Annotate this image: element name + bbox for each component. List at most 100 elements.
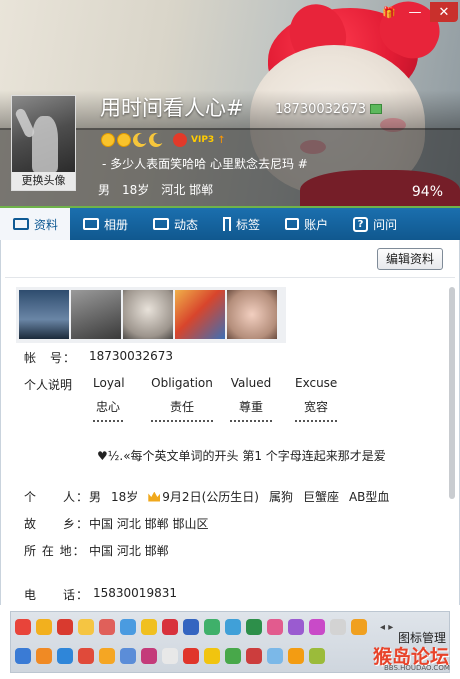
bio-word: Valued 尊重 — [230, 376, 272, 422]
tab-album[interactable]: 相册 — [70, 208, 140, 240]
age: 18岁 — [122, 183, 150, 197]
badge-icon[interactable] — [15, 619, 31, 635]
skin-button[interactable]: 🎁 — [378, 2, 400, 22]
edit-profile-button[interactable]: 编辑资料 — [377, 248, 443, 270]
birthday-value: 9月2日(公历生日) — [162, 490, 259, 504]
wallet-icon — [285, 218, 300, 230]
bio-word-en: Loyal — [93, 376, 125, 390]
vip-penguin-icon[interactable] — [173, 133, 187, 147]
badge-icon[interactable] — [141, 648, 157, 664]
close-button[interactable]: ✕ — [430, 2, 458, 22]
constellation: 巨蟹座 — [302, 490, 339, 504]
badge-icon-strip: ◂ ▸ 图标管理 猴岛论坛 BBS.HOUDAO.COM — [10, 611, 450, 673]
photo-thumbnail[interactable] — [71, 290, 121, 339]
badge-icon[interactable] — [78, 648, 94, 664]
bio-word: Loyal 忠心 — [93, 376, 125, 422]
badge-row — [15, 648, 325, 664]
zodiac: 属狗 — [268, 490, 293, 504]
badge-icon[interactable] — [162, 619, 178, 635]
phone-value: 15830019831 — [93, 586, 177, 600]
tab-feed[interactable]: 动态 — [140, 208, 210, 240]
badge-icon[interactable] — [246, 648, 262, 664]
badge-icon[interactable] — [225, 648, 241, 664]
badge-icon[interactable] — [246, 619, 262, 635]
vip-up-arrow-icon: ↑ — [217, 134, 226, 146]
change-avatar-button[interactable]: 更换头像 — [12, 172, 75, 190]
avatar[interactable]: 更换头像 — [11, 95, 76, 191]
badge-icon[interactable] — [141, 619, 157, 635]
tab-tags[interactable]: 标签 — [210, 208, 272, 240]
badge-icon[interactable] — [162, 648, 178, 664]
gift-icon: 🎁 — [382, 5, 396, 19]
scrollbar[interactable] — [449, 287, 455, 499]
id-card-icon — [13, 218, 29, 230]
vip-level: VIP3 — [191, 135, 215, 145]
badge-icon[interactable] — [309, 619, 325, 635]
phone-label: 电 话： — [24, 588, 90, 602]
avatar-figure — [32, 116, 58, 172]
badge-icon[interactable] — [57, 619, 73, 635]
badge-icon[interactable] — [120, 648, 136, 664]
badge-icon[interactable] — [78, 619, 94, 635]
tab-label: 标签 — [236, 217, 261, 232]
bio-label: 个人说明 — [24, 378, 73, 392]
strip-scroll-arrows[interactable]: ◂ ▸ — [380, 622, 393, 633]
tab-profile[interactable]: 资料 — [0, 208, 71, 240]
badge-icon[interactable] — [99, 619, 115, 635]
signature: - 多少人表面笑哈哈 心里默念去尼玛 # — [102, 157, 308, 171]
tab-label: 动态 — [174, 217, 199, 232]
badge-icon[interactable] — [120, 619, 136, 635]
close-icon: ✕ — [438, 4, 450, 20]
personal-age: 18岁 — [111, 490, 139, 504]
photo-thumbnail[interactable] — [19, 290, 69, 339]
badge-icon[interactable] — [204, 619, 220, 635]
bio-word: Excuse 宽容 — [295, 376, 337, 422]
badge-icon[interactable] — [57, 648, 73, 664]
tab-label: 相册 — [104, 217, 129, 232]
badge-icon[interactable] — [183, 619, 199, 635]
crown-icon — [148, 491, 161, 502]
badge-icon[interactable] — [351, 619, 367, 635]
minimize-icon: — — [408, 4, 422, 20]
badge-row — [15, 619, 367, 635]
tab-account[interactable]: 账户 — [272, 208, 340, 240]
minimize-button[interactable]: — — [402, 2, 428, 22]
badge-icon[interactable] — [15, 648, 31, 664]
bio-word-cn: 宽容 — [295, 398, 337, 422]
sun-level-icon — [101, 133, 115, 147]
badge-icon[interactable] — [267, 648, 283, 664]
badge-icon[interactable] — [309, 648, 325, 664]
account-card-icon[interactable] — [370, 104, 382, 114]
moon-level-icon — [149, 133, 163, 147]
account-label: 帐 号： — [24, 351, 77, 365]
location: 河北 邯郸 — [161, 183, 214, 197]
photo-thumbnail[interactable] — [227, 290, 277, 339]
badge-icon[interactable] — [267, 619, 283, 635]
bio-word: Obligation 责任 — [151, 376, 213, 422]
tab-questions[interactable]: ? 问问 — [340, 208, 409, 240]
tab-label: 账户 — [304, 217, 329, 232]
profile-completion: 94% — [411, 184, 443, 200]
badge-icon[interactable] — [330, 619, 346, 635]
badge-icon[interactable] — [99, 648, 115, 664]
photo-strip — [16, 287, 286, 343]
personal-info: 男 18岁 9月2日(公历生日) 属狗 巨蟹座 AB型血 — [89, 488, 389, 505]
bio-word-en: Obligation — [151, 376, 213, 390]
badge-icon[interactable] — [36, 648, 52, 664]
badge-icon[interactable] — [288, 619, 304, 635]
qq-number: 18730032673 — [275, 102, 366, 117]
watermark-url: BBS.HOUDAO.COM — [384, 664, 450, 672]
bio-word-cn: 责任 — [151, 398, 213, 422]
badge-icon[interactable] — [225, 619, 241, 635]
photo-thumbnail[interactable] — [123, 290, 173, 339]
personal-label: 个 人： — [24, 490, 90, 504]
badge-icon[interactable] — [36, 619, 52, 635]
badge-icon[interactable] — [183, 648, 199, 664]
badge-icon[interactable] — [288, 648, 304, 664]
badge-icon[interactable] — [204, 648, 220, 664]
profile-header: 🎁 — ✕ 更换头像 用时间看人心# 18730032673 VIP3 ↑ - … — [0, 0, 460, 206]
photo-thumbnail[interactable] — [175, 290, 225, 339]
tab-bar: 资料 相册 动态 标签 账户 ? 问问 — [0, 206, 460, 240]
bookmark-icon — [223, 217, 232, 231]
personal-gender: 男 — [89, 490, 102, 504]
